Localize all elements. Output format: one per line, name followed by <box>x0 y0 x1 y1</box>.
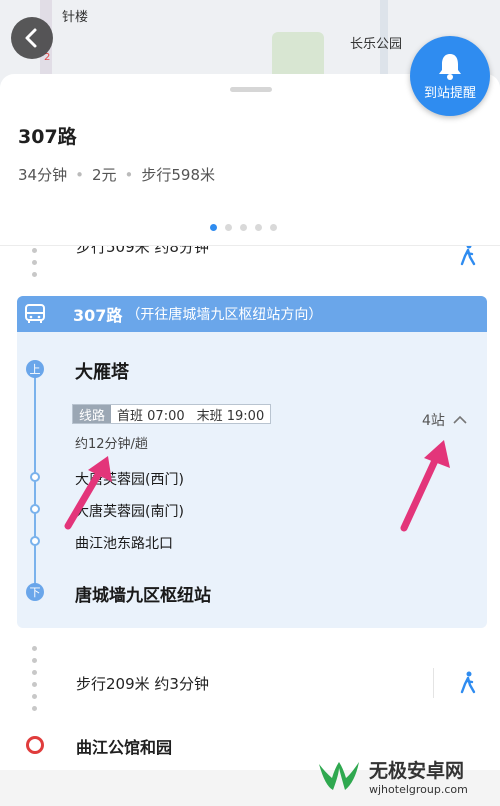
alight-badge: 下 <box>26 583 44 601</box>
pager-dot[interactable] <box>270 224 277 231</box>
bus-leg-header[interactable]: 307路 （开往唐城墙九区枢纽站方向） <box>17 296 487 332</box>
station-count: 4站 <box>422 413 445 429</box>
annotation-arrow <box>64 456 112 530</box>
annotation-arrow <box>400 440 450 532</box>
pager-dots[interactable] <box>210 224 277 231</box>
walking-person-icon <box>460 246 476 266</box>
board-badge: 上 <box>26 360 44 378</box>
walk-text: 步行209米 约3分钟 <box>76 675 209 693</box>
drag-handle[interactable] <box>230 87 272 92</box>
frequency: 约12分钟/趟 <box>75 437 148 452</box>
bus-direction: （开往唐城墙九区枢纽站方向） <box>126 307 323 323</box>
path-dot <box>32 646 37 651</box>
pager-dot[interactable] <box>210 224 217 231</box>
watermark-logo-icon <box>319 762 359 790</box>
stop-marker <box>30 536 40 546</box>
bell-icon <box>439 53 461 80</box>
path-dot <box>32 682 37 687</box>
walk-segment[interactable]: 步行209米 约3分钟 <box>0 640 500 728</box>
chevron-up-icon <box>453 415 467 424</box>
separator: • <box>124 165 134 184</box>
arrival-reminder-button[interactable]: 到站提醒 <box>410 36 490 116</box>
path-dot <box>32 272 37 277</box>
pager-dot[interactable] <box>240 224 247 231</box>
first-bus: 首班 07:00 <box>117 408 185 424</box>
path-dot <box>32 260 37 265</box>
watermark-title: 无极安卓网 <box>369 760 465 782</box>
separator: • <box>75 165 84 184</box>
bus-route-name: 307路 <box>73 306 123 325</box>
fare: 2元 <box>91 166 117 184</box>
map-label: 长乐公园 <box>350 37 403 52</box>
alight-stop: 唐城墙九区枢纽站 <box>75 586 211 606</box>
path-dot <box>32 248 37 253</box>
duration: 34分钟 <box>18 166 68 184</box>
pager-dot[interactable] <box>255 224 262 231</box>
stop-marker <box>30 472 40 482</box>
walking-person-icon <box>460 671 476 694</box>
walk-distance: 步行598米 <box>141 166 215 184</box>
chevron-left-icon <box>25 28 37 48</box>
walk-text: 步行509米 约8分钟 <box>76 246 209 256</box>
last-bus: 末班 19:00 <box>196 408 265 424</box>
walk-segment[interactable]: 步行509米 约8分钟 <box>0 246 500 288</box>
divider <box>433 668 434 698</box>
intermediate-stop: 曲江池东路北口 <box>75 536 173 552</box>
back-button[interactable] <box>11 17 53 59</box>
path-dot <box>32 658 37 663</box>
route-title: 307路 <box>18 126 77 148</box>
path-dot <box>32 706 37 711</box>
app-screen: 针楼 长乐公园 2 1 到站提醒 307路 34分钟 • 2元 • 步行598米 <box>0 0 500 806</box>
pager-dot[interactable] <box>225 224 232 231</box>
destination-name: 曲江公馆和园 <box>76 738 173 757</box>
board-stop: 大雁塔 <box>75 362 129 383</box>
destination-marker <box>26 736 44 754</box>
bus-icon <box>25 304 45 323</box>
path-dot <box>32 670 37 675</box>
watermark: 无极安卓网 wjhotelgroup.com <box>315 756 468 796</box>
station-count-toggle[interactable]: 4站 <box>422 410 467 430</box>
schedule-bar: 线路 首班 07:00 末班 19:00 <box>72 404 272 424</box>
path-dot <box>32 694 37 699</box>
map-label: 针楼 <box>62 10 89 25</box>
stop-marker <box>30 504 40 514</box>
watermark-url: wjhotelgroup.com <box>369 783 468 796</box>
route-meta: 34分钟 • 2元 • 步行598米 <box>18 164 215 185</box>
schedule-tag: 线路 <box>73 405 112 424</box>
reminder-label: 到站提醒 <box>423 85 476 101</box>
